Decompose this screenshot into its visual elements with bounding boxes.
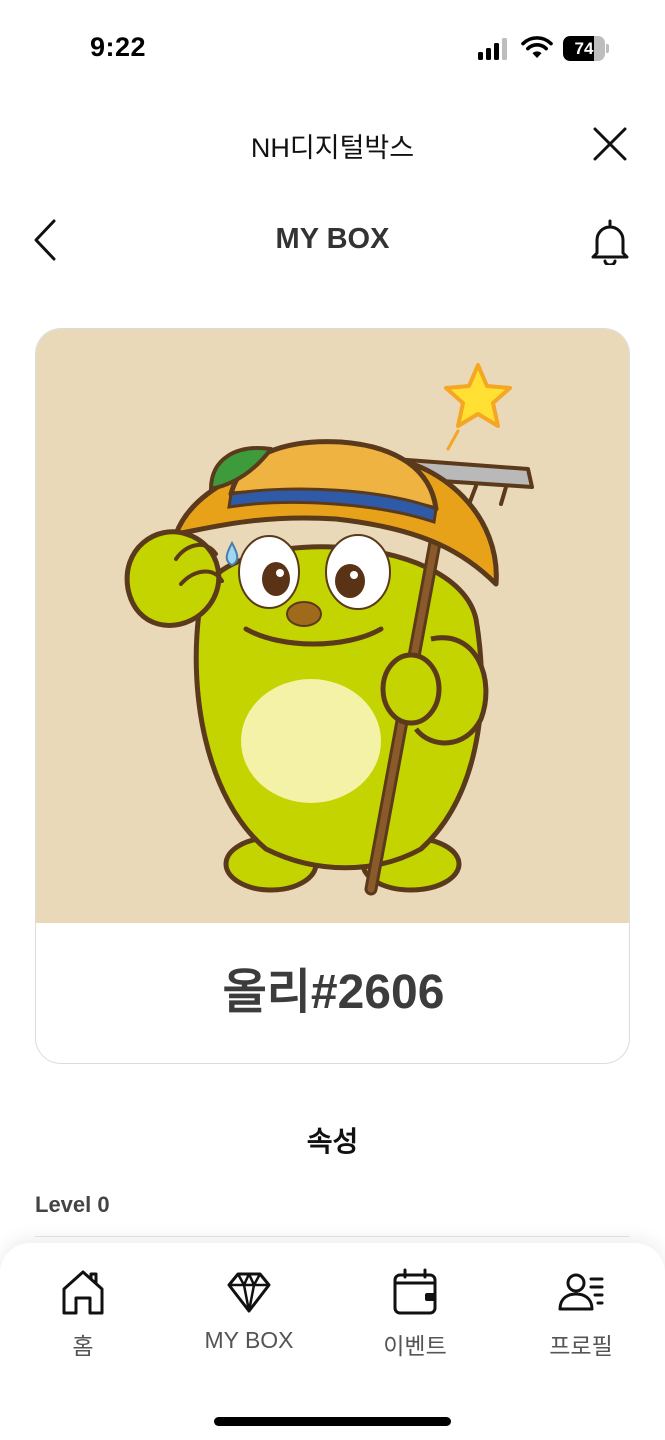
wifi-icon — [521, 36, 553, 58]
divider — [35, 1236, 630, 1237]
status-bar: 9:22 74 — [0, 0, 665, 100]
diamond-icon — [227, 1272, 271, 1313]
attributes-title: 속성 — [306, 1126, 359, 1157]
bell-icon[interactable] — [588, 217, 632, 265]
page-header: MY BOX — [0, 205, 665, 275]
bottom-nav: 홈 MY BOX 이벤트 프로필 — [0, 1243, 665, 1440]
battery-icon: 74 — [563, 36, 609, 61]
olly-character-image — [124, 363, 534, 896]
attribute-level: Level 0 — [35, 1192, 110, 1217]
nav-label-profile: 프로필 — [549, 1333, 613, 1359]
profile-icon — [558, 1273, 604, 1311]
webview-title: NH디지털박스 — [250, 133, 415, 163]
signal-icon — [478, 38, 507, 60]
page-title: MY BOX — [275, 223, 390, 255]
nft-name: 올리#2606 — [222, 966, 445, 1019]
close-icon[interactable] — [588, 122, 632, 166]
nft-image — [36, 329, 629, 923]
nav-label-my-box: MY BOX — [204, 1327, 294, 1353]
nav-item-profile[interactable]: 프로필 — [511, 1265, 651, 1365]
battery-level: 74 — [574, 39, 594, 58]
nav-label-home: 홈 — [72, 1333, 94, 1359]
nft-card[interactable]: 올리#2606 — [35, 328, 630, 1064]
status-time: 9:22 — [90, 32, 147, 62]
webview-header: NH디지털박스 — [0, 110, 665, 176]
nav-label-event: 이벤트 — [383, 1333, 447, 1359]
home-indicator — [214, 1417, 451, 1426]
nav-item-event[interactable]: 이벤트 — [345, 1265, 485, 1365]
nav-item-home[interactable]: 홈 — [13, 1265, 153, 1365]
home-icon — [62, 1270, 104, 1315]
calendar-icon — [393, 1268, 437, 1315]
nav-item-my-box[interactable]: MY BOX — [179, 1265, 319, 1365]
